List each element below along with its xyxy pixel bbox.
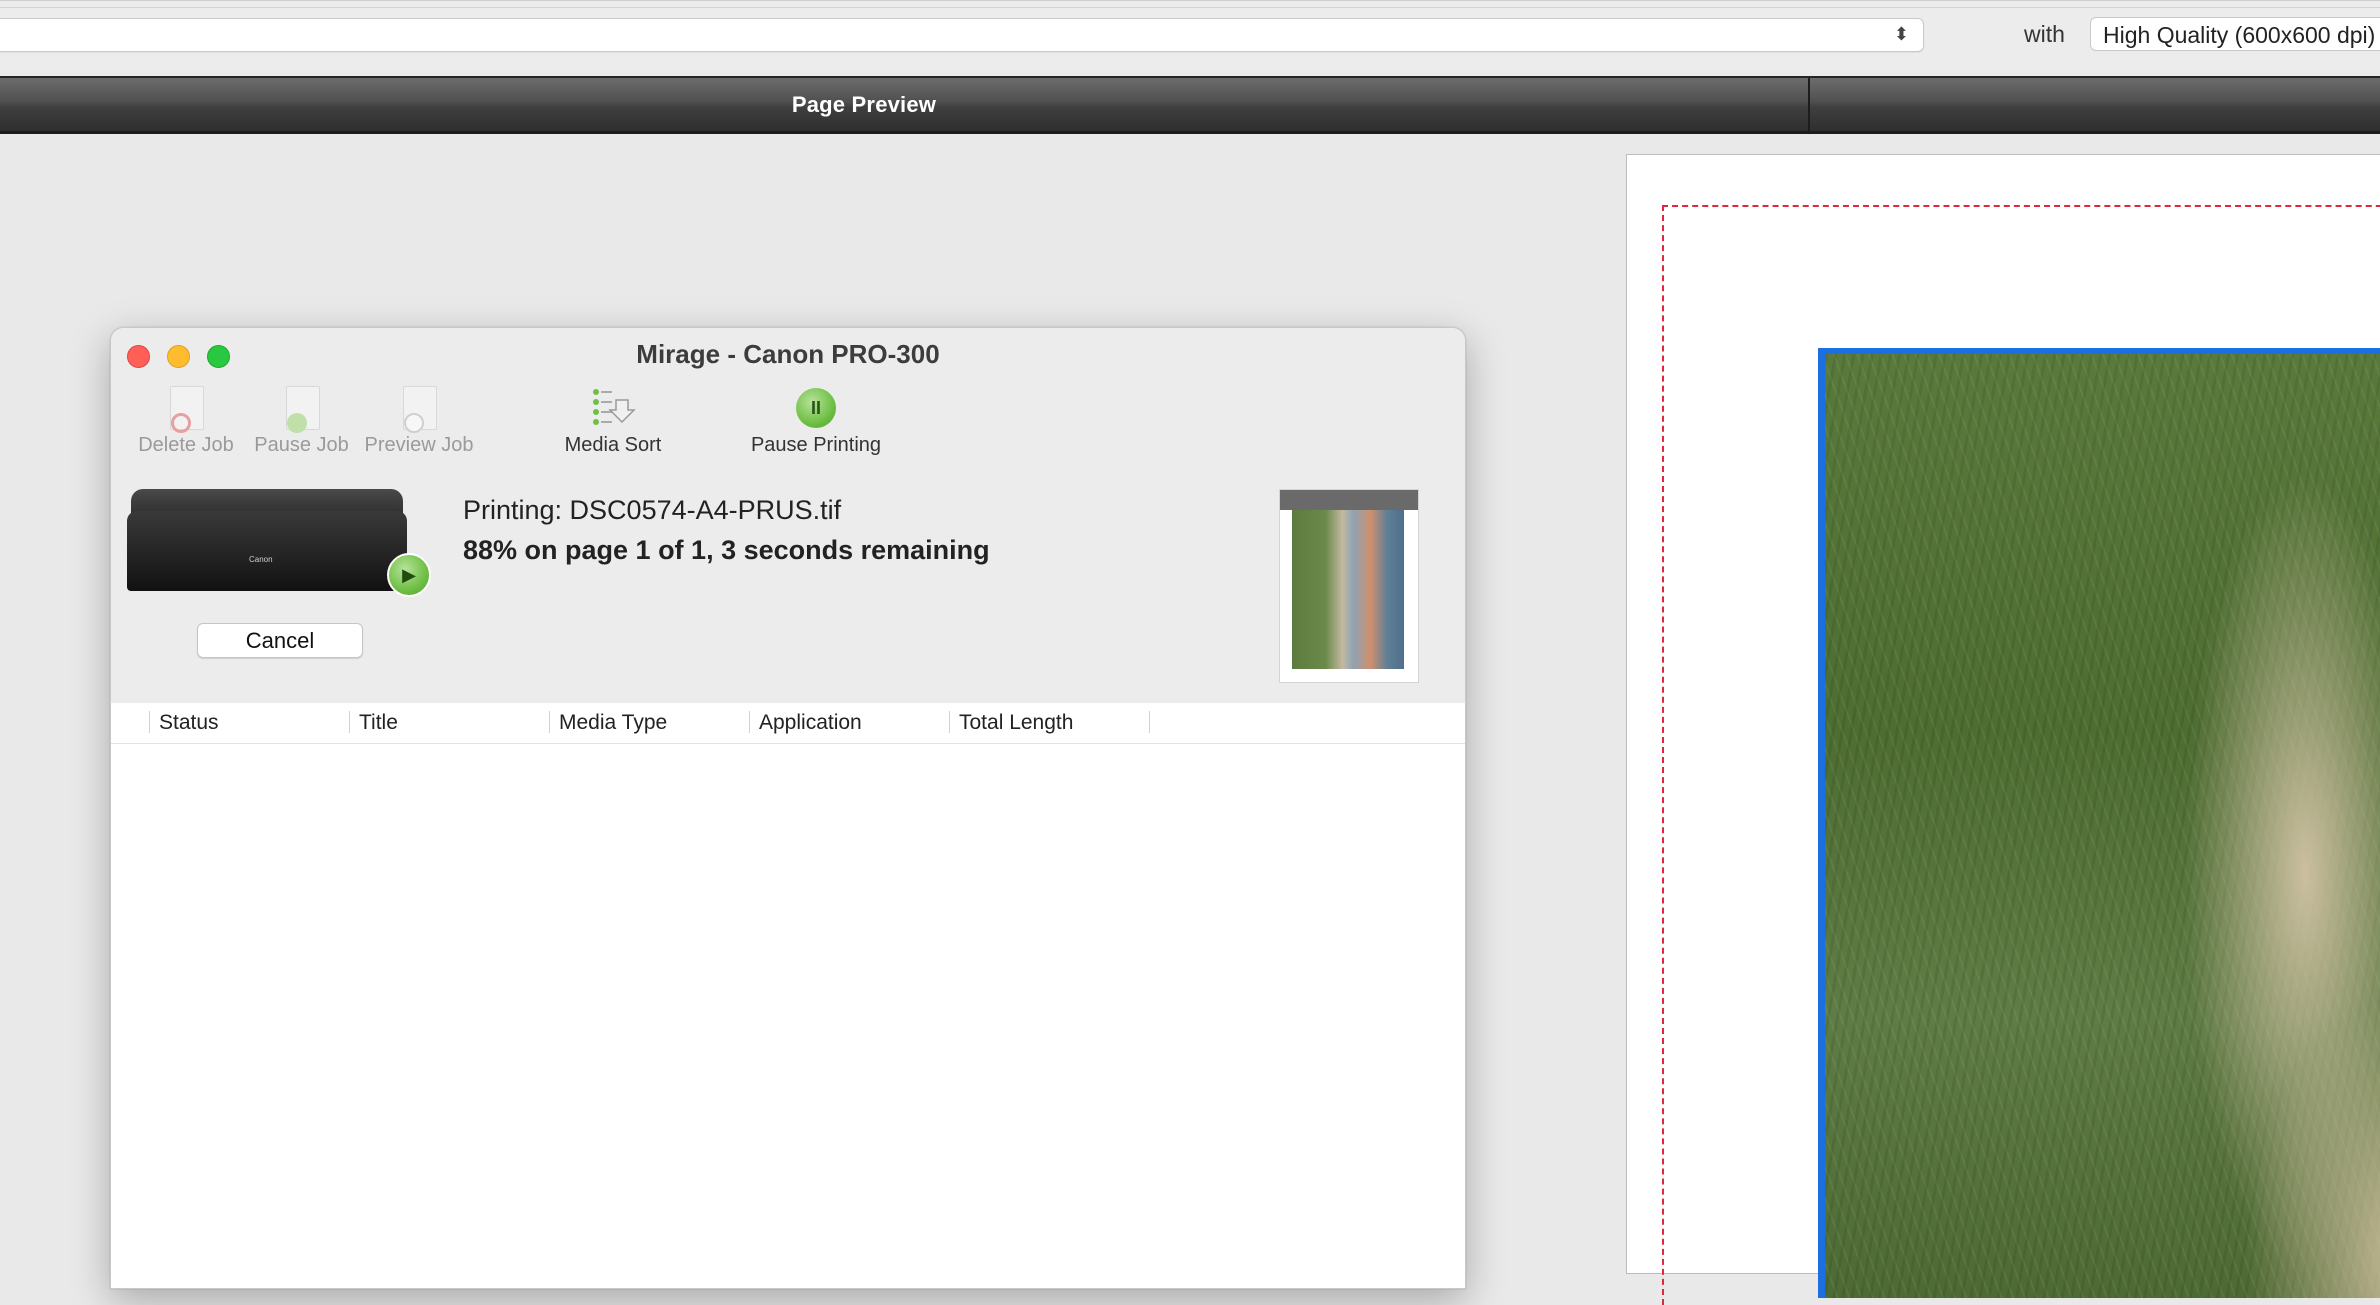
divider: [0, 7, 2380, 8]
print-settings-bar: ⬍ with High Quality (600x600 dpi): [0, 0, 2380, 77]
thumbnail-header-bar: [1280, 490, 1418, 510]
updown-chevron-icon: ⬍: [1893, 24, 1909, 44]
print-progress-text: 88% on page 1 of 1, 3 seconds remaining: [463, 535, 990, 565]
delete-job-icon: [121, 382, 251, 434]
column-separator[interactable]: [949, 711, 950, 733]
media-sort-icon: [548, 382, 678, 434]
delete-job-label: Delete Job: [138, 434, 234, 456]
preview-job-button[interactable]: Preview Job: [354, 382, 484, 457]
column-separator[interactable]: [349, 711, 350, 733]
pause-printing-icon: II: [731, 382, 901, 434]
preview-header: Page Preview: [0, 76, 2380, 134]
column-separator[interactable]: [749, 711, 750, 733]
column-application[interactable]: Application: [759, 711, 862, 735]
with-label: with: [2024, 21, 2065, 47]
preview-job-label: Preview Job: [364, 434, 474, 456]
column-status[interactable]: Status: [159, 711, 219, 735]
pause-job-label: Pause Job: [254, 434, 349, 456]
media-sort-button[interactable]: Media Sort: [548, 382, 678, 457]
profile-select[interactable]: ⬍: [0, 18, 1924, 52]
pause-printing-button[interactable]: II Pause Printing: [731, 382, 901, 457]
window-toolbar: Mirage - Canon PRO-300 Delete Job Pause …: [111, 328, 1465, 472]
media-sort-label: Media Sort: [564, 434, 662, 456]
cancel-button[interactable]: Cancel: [197, 623, 363, 658]
header-divider: [1808, 78, 1810, 131]
column-separator[interactable]: [549, 711, 550, 733]
column-separator[interactable]: [1149, 711, 1150, 733]
job-table-header: Status Title Media Type Application Tota…: [111, 703, 1465, 744]
job-status-area: Canon ▶ Printing: DSC0574-A4-PRUS.tif 88…: [111, 471, 1465, 703]
job-thumbnail: [1279, 489, 1419, 683]
pause-job-button[interactable]: Pause Job: [239, 382, 364, 457]
column-media-type[interactable]: Media Type: [559, 711, 667, 735]
magnifier-icon: [354, 382, 484, 434]
window-title: Mirage - Canon PRO-300: [636, 339, 940, 369]
printer-brand: Canon: [249, 555, 273, 564]
pause-job-icon: [239, 382, 364, 434]
printer-image: Canon ▶: [127, 489, 431, 597]
mirage-queue-window: Mirage - Canon PRO-300 Delete Job Pause …: [110, 327, 1466, 1289]
delete-job-button[interactable]: Delete Job: [121, 382, 251, 457]
pause-printing-label: Pause Printing: [750, 434, 882, 456]
job-thumbnail-image: [1292, 504, 1404, 669]
printing-file-name: Printing: DSC0574-A4-PRUS.tif: [463, 495, 842, 525]
job-table-body[interactable]: [111, 744, 1465, 1288]
quality-select[interactable]: High Quality (600x600 dpi): [2090, 17, 2380, 51]
column-total-length[interactable]: Total Length: [959, 711, 1073, 735]
page-preview-title: Page Preview: [791, 92, 937, 117]
column-separator[interactable]: [149, 711, 150, 733]
play-icon: ▶: [387, 553, 431, 597]
photo-preview-image[interactable]: [1818, 348, 2380, 1298]
column-title[interactable]: Title: [359, 711, 398, 735]
